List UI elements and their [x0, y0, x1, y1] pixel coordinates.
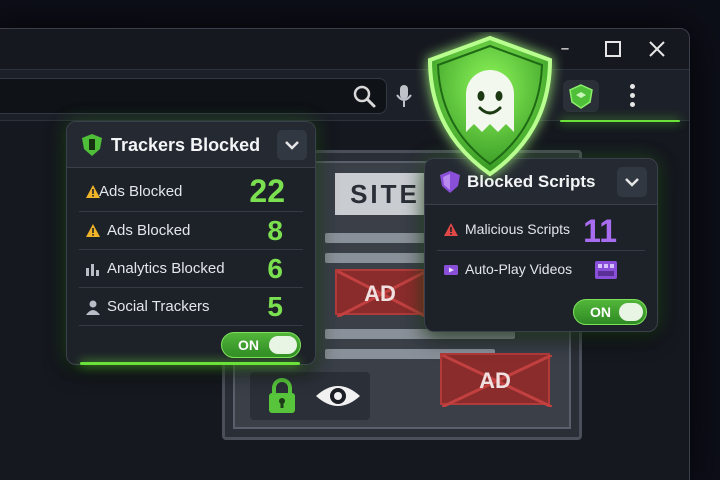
toggle-label: ON — [238, 337, 259, 353]
row-label: Ads Blocked — [99, 183, 183, 200]
row-label: Social Trackers — [107, 298, 210, 315]
row-count: 5 — [267, 291, 283, 322]
list-item: Ads Blocked 22 — [79, 172, 303, 212]
collapse-button[interactable] — [617, 167, 647, 197]
ad-label: AD — [479, 368, 511, 393]
warning-icon — [444, 223, 458, 236]
toggle-knob — [619, 303, 643, 321]
row-count: 6 — [267, 253, 283, 284]
ad-label: AD — [364, 281, 396, 306]
shield-extension-icon — [569, 84, 593, 109]
extension-button[interactable] — [563, 80, 599, 112]
row-count: 11 — [583, 213, 617, 249]
list-item: Ads Blocked 8 — [79, 212, 303, 250]
chevron-down-icon — [285, 141, 299, 150]
panel-header: Trackers Blocked — [67, 122, 315, 168]
row-count: 8 — [267, 215, 283, 246]
eye-icon — [316, 386, 360, 406]
panel-title: Trackers Blocked — [111, 135, 261, 155]
ghost-shield-logo — [427, 35, 553, 177]
close-button[interactable] — [645, 37, 669, 61]
bar-chart-icon — [86, 264, 99, 276]
person-icon — [86, 300, 100, 315]
video-block-icon — [595, 261, 617, 279]
maximize-button[interactable] — [601, 37, 625, 61]
blocked-ad: AD — [440, 353, 552, 407]
shield-icon — [82, 134, 102, 156]
address-bar[interactable] — [0, 78, 387, 114]
row-count: 22 — [249, 173, 285, 209]
video-icon — [444, 265, 458, 275]
list-item: Analytics Blocked 6 — [79, 250, 303, 288]
close-icon — [649, 41, 665, 57]
trackers-toggle[interactable]: ON — [221, 332, 301, 358]
toggle-knob — [269, 336, 297, 354]
lock-icon — [269, 378, 295, 413]
warning-icon — [86, 224, 100, 237]
microphone-icon[interactable] — [391, 83, 417, 109]
scripts-toggle[interactable]: ON — [573, 299, 647, 325]
collapse-button[interactable] — [277, 130, 307, 160]
list-item: Auto-Play Videos — [437, 251, 645, 289]
row-label: Malicious Scripts — [465, 221, 571, 237]
list-item: Malicious Scripts 11 — [437, 211, 645, 251]
panel-glow — [80, 362, 300, 365]
chevron-down-icon — [625, 178, 639, 187]
more-menu-icon[interactable] — [627, 82, 637, 110]
blocked-scripts-panel: Blocked Scripts Malicious Scripts 11 Aut… — [424, 158, 658, 332]
list-item: Social Trackers 5 — [79, 288, 303, 326]
search-icon[interactable] — [351, 83, 377, 109]
toggle-label: ON — [590, 304, 611, 320]
browser-toolbar — [0, 69, 689, 121]
toolbar-glow — [560, 120, 680, 122]
privacy-icons-strip — [250, 372, 370, 420]
row-label: Auto-Play Videos — [465, 261, 573, 277]
row-label: Ads Blocked — [107, 222, 191, 239]
trackers-blocked-panel: Trackers Blocked Ads Blocked 22 Ads Bloc… — [66, 121, 316, 365]
row-label: Analytics Blocked — [107, 260, 225, 277]
blocked-ad: AD — [335, 269, 427, 317]
title-bar: – — [0, 29, 689, 69]
maximize-icon — [605, 41, 621, 57]
